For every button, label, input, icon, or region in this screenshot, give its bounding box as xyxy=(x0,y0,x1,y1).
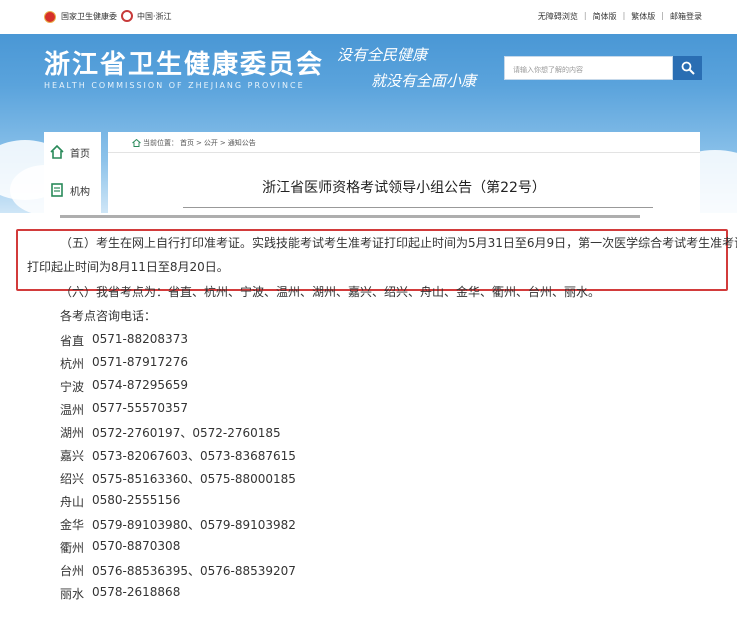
slogan-line-2: 就没有全面小康 xyxy=(371,72,477,90)
list-item: 湖州 0572-2760197、0572-2760185 xyxy=(60,424,281,441)
list-item: 绍兴 0575-85163360、0575-88000185 xyxy=(60,470,296,487)
site-name: 宁波 xyxy=(60,380,85,394)
site-name: 温州 xyxy=(60,403,85,417)
site-name: 省直 xyxy=(60,334,85,348)
list-item: 嘉兴 0573-82067603、0573-83687615 xyxy=(60,447,296,464)
list-item: 杭州 0571-87917276 xyxy=(60,355,188,372)
site-name: 衢州 xyxy=(60,541,85,555)
traditional-link[interactable]: 繁体版 xyxy=(631,11,655,22)
site-name: 杭州 xyxy=(60,357,85,371)
site-header: 国家卫生健康委 中国·浙江 无障碍浏览 | 简体版 | 繁体版 | 邮箱登录 浙… xyxy=(0,0,737,213)
list-item: 宁波 0574-87295659 xyxy=(60,378,188,395)
document-icon xyxy=(51,183,63,197)
zhejiang-link[interactable]: 中国·浙江 xyxy=(137,11,172,22)
phone-number: 0576-88536395、0576-88539207 xyxy=(92,564,296,578)
home-small-icon xyxy=(132,139,141,147)
site-name: 湖州 xyxy=(60,426,85,440)
home-icon xyxy=(50,145,64,159)
separator: | xyxy=(661,11,664,20)
site-name: 台州 xyxy=(60,564,85,578)
list-item: 省直 0571-88208373 xyxy=(60,332,188,349)
list-item: 台州 0576-88536395、0576-88539207 xyxy=(60,562,296,579)
search-button[interactable] xyxy=(673,56,702,80)
search-placeholder: 请输入你想了解的内容 xyxy=(513,66,583,74)
article-title: 浙江省医师资格考试领导小组公告（第22号） xyxy=(262,180,546,196)
phones-heading: 各考点咨询电话： xyxy=(60,309,157,323)
phone-number: 0570-8870308 xyxy=(92,539,181,553)
phone-number: 0572-2760197、0572-2760185 xyxy=(92,426,281,440)
phone-number: 0578-2618868 xyxy=(92,585,181,599)
breadcrumb-separator: > xyxy=(196,139,202,147)
item6-text: （六）我省考点为：省直、杭州、宁波、温州、湖州、嘉兴、绍兴、舟山、金华、衢州、台… xyxy=(60,285,601,299)
list-item: 金华 0579-89103980、0579-89103982 xyxy=(60,516,296,533)
top-bar: 国家卫生健康委 中国·浙江 无障碍浏览 | 简体版 | 繁体版 | 邮箱登录 xyxy=(0,0,737,34)
search-icon xyxy=(681,61,695,75)
breadcrumb-public[interactable]: 公开 xyxy=(204,138,218,148)
top-links: 无障碍浏览 | 简体版 | 繁体版 | 邮箱登录 xyxy=(538,11,702,22)
nhc-link[interactable]: 国家卫生健康委 xyxy=(61,11,117,22)
site-name: 舟山 xyxy=(60,495,85,509)
search-input[interactable]: 请输入你想了解的内容 xyxy=(504,56,673,80)
sidebar-item-label: 首页 xyxy=(70,148,90,160)
site-name: 嘉兴 xyxy=(60,449,85,463)
site-name: 绍兴 xyxy=(60,472,85,486)
phone-number: 0571-88208373 xyxy=(92,332,188,346)
sidebar-item-label: 机构 xyxy=(70,186,90,198)
list-item: 丽水 0578-2618868 xyxy=(60,585,180,602)
breadcrumb-home[interactable]: 首页 xyxy=(180,138,194,148)
accessibility-link[interactable]: 无障碍浏览 xyxy=(538,11,578,22)
breadcrumb-notices[interactable]: 通知公告 xyxy=(228,138,256,148)
slogan-line-1: 没有全民健康 xyxy=(337,46,428,64)
phone-number: 0580-2555156 xyxy=(92,493,181,507)
breadcrumb-separator: > xyxy=(219,139,226,147)
separator: | xyxy=(622,11,626,20)
breadcrumb-prefix: 当前位置： xyxy=(143,139,178,147)
list-item: 温州 0577-55570357 xyxy=(60,401,188,418)
sidebar-item-organization[interactable]: 机构 xyxy=(44,172,101,208)
separator: | xyxy=(583,11,587,20)
list-item: 衢州 0570-8870308 xyxy=(60,539,180,556)
breadcrumb: 当前位置： 首页 > 公开 > 通知公告 xyxy=(132,138,256,148)
item5-line1: （五）考生在网上自行打印准考证。实践技能考试考生准考证打印起止时间为5月31日至… xyxy=(60,236,737,250)
title-underline xyxy=(183,207,653,208)
content-panel: 当前位置： 首页 > 公开 > 通知公告 浙江省医师资格考试领导小组公告（第22… xyxy=(108,132,700,213)
divider xyxy=(108,152,700,153)
phone-number: 0574-87295659 xyxy=(92,378,188,392)
cropped-text-line xyxy=(60,213,640,220)
phone-number: 0571-87917276 xyxy=(92,355,188,369)
site-name: 丽水 xyxy=(60,587,85,601)
zhejiang-logo-icon xyxy=(121,10,133,22)
sidebar: 首页 机构 xyxy=(44,132,101,213)
national-emblem-icon xyxy=(44,11,56,23)
site-subtitle: HEALTH COMMISSION OF ZHEJIANG PROVINCE xyxy=(44,81,305,90)
phone-number: 0575-85163360、0575-88000185 xyxy=(92,472,296,486)
site-title[interactable]: 浙江省卫生健康委员会 xyxy=(44,44,324,81)
sidebar-item-home[interactable]: 首页 xyxy=(44,134,101,170)
phone-number: 0579-89103980、0579-89103982 xyxy=(92,518,296,532)
simplified-link[interactable]: 简体版 xyxy=(593,11,617,22)
list-item: 舟山 0580-2555156 xyxy=(60,493,180,510)
phone-number: 0573-82067603、0573-83687615 xyxy=(92,449,296,463)
phone-number: 0577-55570357 xyxy=(92,401,188,415)
item5-line2: 打印起止时间为8月11日至8月20日。 xyxy=(27,260,229,274)
article-body: （五）考生在网上自行打印准考证。实践技能考试考生准考证打印起止时间为5月31日至… xyxy=(0,213,737,623)
site-name: 金华 xyxy=(60,518,85,532)
mail-login-link[interactable]: 邮箱登录 xyxy=(670,11,702,22)
